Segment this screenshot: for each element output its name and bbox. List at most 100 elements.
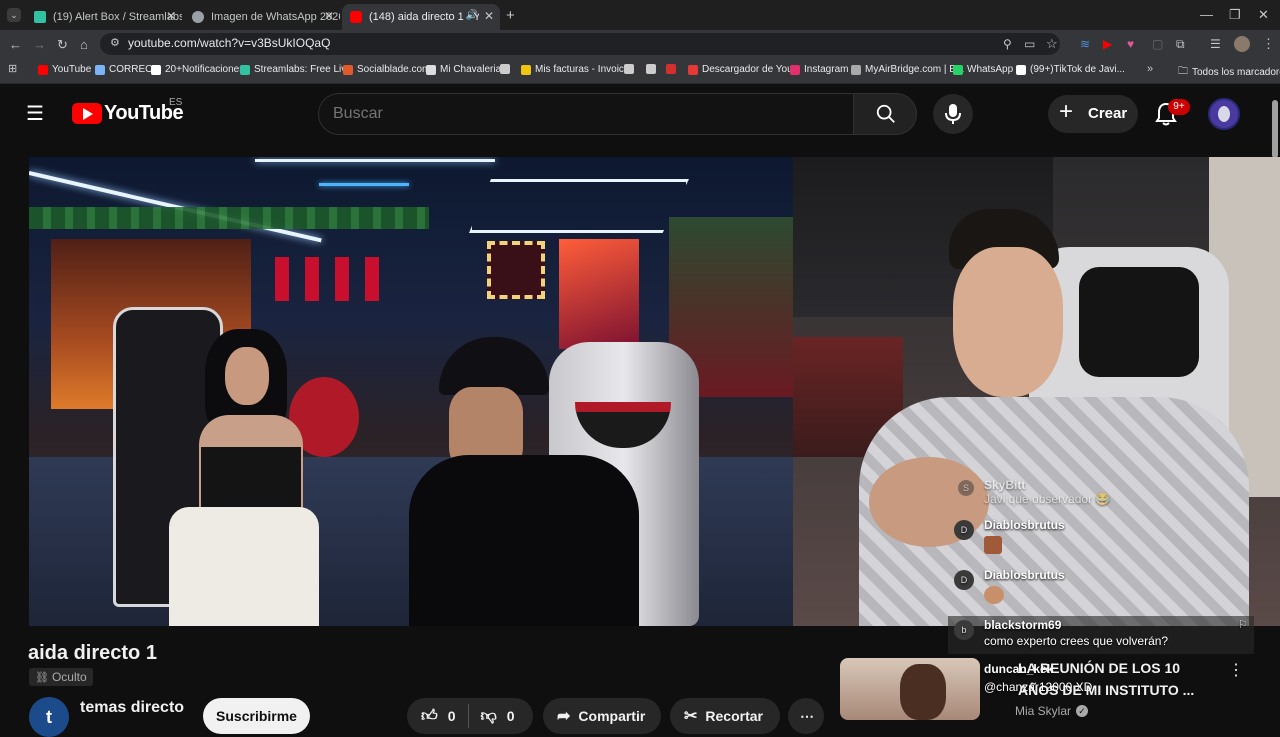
bookmark-item[interactable] <box>500 64 514 74</box>
search-button[interactable] <box>853 93 917 135</box>
recommended-video[interactable]: LA REUNIÓN DE LOS 10 AÑOS DE MI INSTITUT… <box>840 658 1270 720</box>
neon-blue-strip <box>319 183 409 186</box>
scissors-icon: ✂ <box>684 708 698 725</box>
recommended-thumbnail[interactable] <box>840 658 980 720</box>
woman-top <box>201 447 301 507</box>
bookmark-item[interactable]: Mi Chavaleria <box>426 64 501 75</box>
recommended-menu-icon[interactable]: ⋮ <box>1228 660 1244 680</box>
youtube-logo-icon[interactable] <box>72 103 102 124</box>
bookmark-item[interactable]: Socialblade.com <box>343 64 430 75</box>
bookmark-item[interactable]: YouTube <box>38 64 91 75</box>
bookmark-item[interactable]: MyAirBridge.com | E... <box>851 64 964 75</box>
puzzle-extensions-icon[interactable]: ⧉ <box>1176 38 1185 50</box>
home-icon[interactable]: ⌂ <box>80 38 88 51</box>
tab-close-icon[interactable]: ✕ <box>484 9 494 23</box>
christmas-garland <box>29 207 429 229</box>
chat-avatar: D <box>954 520 974 540</box>
chat-text: como experto crees que volverán? <box>984 634 1169 648</box>
bookmark-item[interactable]: 20+Notificaciones <box>151 64 244 75</box>
clip-button[interactable]: ✂ Recortar <box>670 698 780 734</box>
extension-icon[interactable]: ▢ <box>1152 38 1163 50</box>
bookmark-favicon-icon <box>646 64 656 74</box>
extension-icon[interactable]: ≋ <box>1080 38 1090 50</box>
youtube-favicon <box>350 11 362 23</box>
bookmark-label: WhatsApp <box>967 64 1014 75</box>
bookmark-favicon-icon <box>343 64 353 75</box>
bookmark-item[interactable]: Descargador de You... <box>688 64 801 75</box>
chat-emote <box>984 586 1004 604</box>
recommended-title-line1: LA REUNIÓN DE LOS 10 <box>1018 660 1181 676</box>
zoom-icon[interactable]: ⚲ <box>1003 38 1012 50</box>
channel-name[interactable]: temas directo <box>80 699 184 717</box>
create-button[interactable]: + Crear <box>1048 95 1138 133</box>
like-button[interactable]: 👍︎ 0 <box>421 707 456 726</box>
dislike-button[interactable]: 👎︎ 0 <box>481 707 515 726</box>
bookmark-item[interactable]: Streamlabs: Free Liv... <box>240 64 354 75</box>
page-scrollbar[interactable] <box>1272 100 1278 158</box>
search-box[interactable] <box>318 93 854 135</box>
chair-headrest <box>1079 267 1199 377</box>
bookmark-label: Socialblade.com <box>357 64 431 75</box>
create-label: Crear <box>1088 105 1128 122</box>
site-info-icon[interactable]: ⚙ <box>110 38 120 49</box>
reload-icon[interactable]: ↻ <box>57 38 68 51</box>
microphone-icon <box>945 104 961 124</box>
folder-icon: 🗀 <box>1178 66 1188 77</box>
url-text[interactable]: youtube.com/watch?v=v3BsUkIOQaQ <box>128 36 330 50</box>
minimize-icon[interactable]: — <box>1200 8 1213 21</box>
tab-whatsapp-image[interactable]: Imagen de WhatsApp 2026-01- ✕ <box>184 4 340 30</box>
tab-streamlabs[interactable]: (19) Alert Box / Streamlabs ✕ <box>26 4 182 30</box>
bookmark-item[interactable] <box>666 64 680 74</box>
cast-icon[interactable]: ▭ <box>1024 38 1035 50</box>
more-bookmarks-icon[interactable]: » <box>1147 64 1153 75</box>
region-code: ES <box>169 97 183 108</box>
voice-search-button[interactable] <box>933 94 973 134</box>
profile-avatar[interactable] <box>1234 36 1250 52</box>
heart-extension-icon[interactable]: ♥ <box>1127 38 1134 50</box>
youtube-extension-icon[interactable]: ▶ <box>1103 38 1112 50</box>
hamburger-menu-icon[interactable]: ☰ <box>26 104 44 124</box>
dislike-count: 0 <box>506 708 515 724</box>
bookmark-star-icon[interactable]: ☆ <box>1046 37 1058 50</box>
apps-grid-icon[interactable]: ⊞ <box>8 64 17 75</box>
audio-playing-icon[interactable]: 🔊 <box>466 10 478 21</box>
tab-search-button[interactable]: ⌄ <box>7 8 21 22</box>
bookmark-favicon-icon <box>790 64 800 75</box>
all-bookmarks-folder[interactable]: 🗀 Todos los marcadores <box>1178 64 1280 81</box>
maximize-icon[interactable]: ❐ <box>1229 8 1241 21</box>
more-icon: ⋯ <box>800 707 814 724</box>
bookmark-item[interactable] <box>624 64 638 74</box>
tab-close-icon[interactable]: ✕ <box>166 9 176 23</box>
window-close-icon[interactable]: ✕ <box>1258 8 1269 21</box>
forward-icon[interactable]: → <box>33 38 46 51</box>
bookmark-item[interactable]: Instagram <box>790 64 848 75</box>
more-actions-button[interactable]: ⋯ <box>788 698 824 734</box>
bookmark-item[interactable]: Mis facturas - Invoic... <box>521 64 632 75</box>
bookmark-item[interactable]: WhatsApp <box>953 64 1013 75</box>
subscribe-button[interactable]: Suscribirme <box>203 698 310 734</box>
bookmark-favicon-icon <box>151 64 161 75</box>
search-input[interactable] <box>333 104 833 124</box>
share-button[interactable]: ➦ Compartir <box>543 698 661 734</box>
channel-avatar[interactable]: t <box>29 697 69 737</box>
bookmark-item[interactable]: CORREO <box>95 64 153 75</box>
bookmark-label: Descargador de You... <box>702 64 801 75</box>
thumbs-up-icon: 👍︎ <box>421 707 438 725</box>
tab-close-icon[interactable]: ✕ <box>324 9 334 23</box>
bookmark-item[interactable]: (99+)TikTok de Javi... <box>1016 64 1125 75</box>
bookmark-label: Mis facturas - Invoic... <box>535 64 633 75</box>
all-bookmarks-label: Todos los marcadores <box>1192 67 1280 78</box>
notification-badge: 9+ <box>1168 99 1190 115</box>
back-icon[interactable]: ← <box>9 38 22 51</box>
chat-emote <box>984 536 1002 554</box>
bookmark-favicon-icon <box>240 64 250 75</box>
tab-youtube-active[interactable]: (148) aida directo 1 - YouTube 🔊 ✕ <box>342 4 500 30</box>
new-tab-button[interactable]: + <box>506 8 515 23</box>
bookmark-label: YouTube <box>52 64 92 75</box>
divider <box>467 704 469 728</box>
browser-menu-icon[interactable]: ⋮ <box>1262 37 1275 50</box>
account-avatar[interactable] <box>1208 98 1240 130</box>
reading-list-icon[interactable]: ☰ <box>1210 38 1221 50</box>
woman-skirt <box>169 507 319 626</box>
bookmark-item[interactable] <box>646 64 660 74</box>
